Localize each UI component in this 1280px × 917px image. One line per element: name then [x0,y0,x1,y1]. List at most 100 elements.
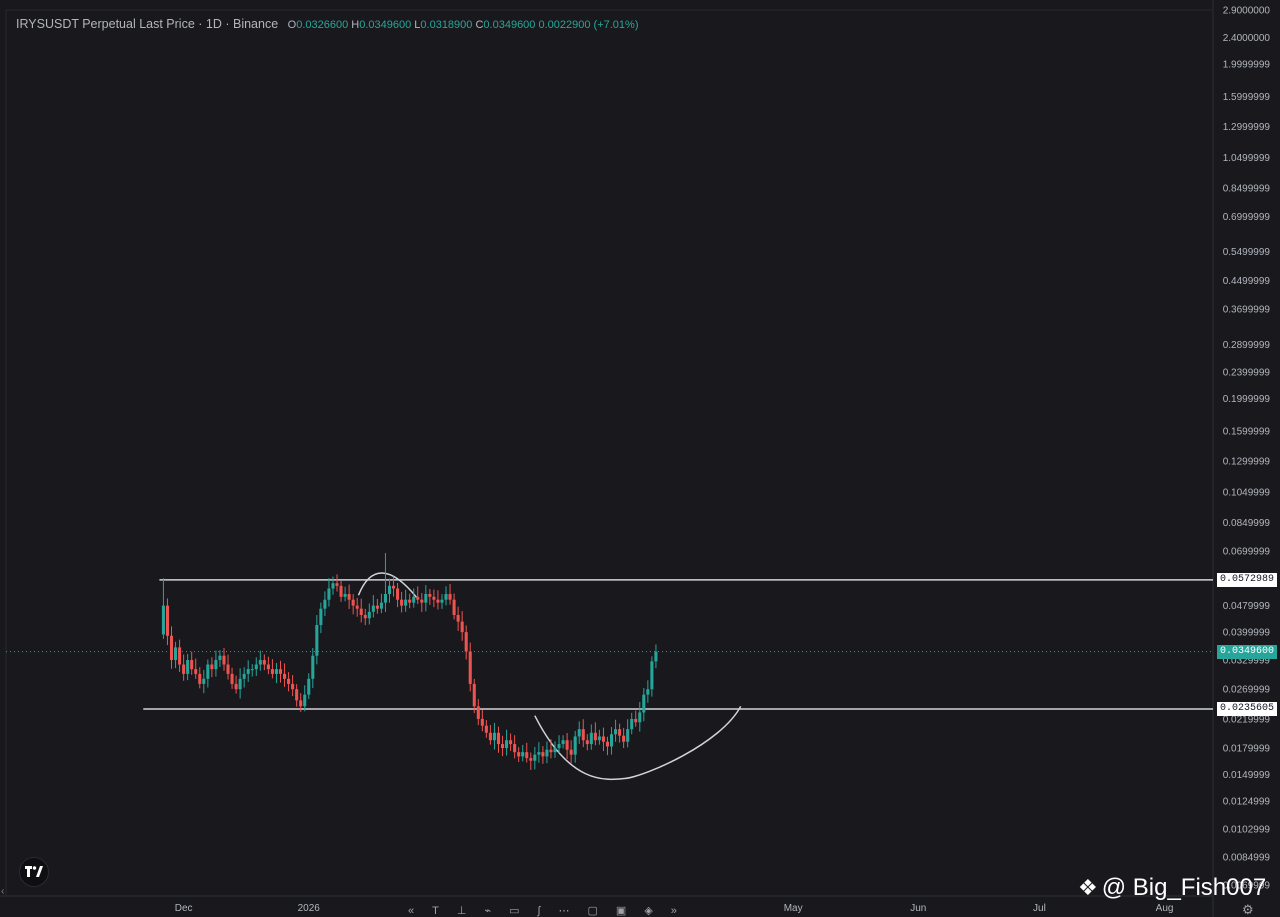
price-chart[interactable]: 2.9000000 2.4000000 1.9999999 1.5999999 1.29… [0,0,1280,917]
candle [428,589,432,605]
candle-body [339,585,343,597]
candle [262,654,266,671]
toolbar-curve-icon[interactable]: ∫ [537,906,540,917]
toolbar-rect-icon[interactable]: ▢ [588,906,598,917]
pattern-drawings [357,572,742,781]
candle-body [585,740,589,745]
candle [505,729,509,756]
change-value: 0.0022900 (+7.01%) [538,19,639,31]
candlestick-series [161,552,658,771]
candle-body [650,661,654,690]
candle [291,675,295,697]
y-tick-label: 0.0102999 [1223,825,1271,836]
candle-body [480,718,484,726]
candle-body [295,689,299,701]
candle-body [505,740,509,749]
candle-body [174,647,178,661]
candle [448,584,452,605]
toolbar-text-icon[interactable]: T [432,906,439,917]
x-tick-label: Dec [175,903,193,914]
candle-body [169,635,174,661]
candle-body [541,752,545,757]
candle-body [238,678,242,690]
candle-body [517,752,521,757]
candle [525,742,529,763]
candle-body [359,608,363,616]
candle-body [521,752,525,757]
candle [614,719,618,742]
candle [537,742,541,763]
candle-body [614,729,618,735]
candle [634,710,638,727]
y-tick-label: 2.4000000 [1223,33,1271,44]
candle [396,582,400,608]
candle [541,746,545,764]
candle-body [549,749,553,753]
symbol-title[interactable]: IRYSUSDT Perpetual Last Price · 1D · Bin… [16,17,278,31]
y-tick-label: 0.0269999 [1223,685,1271,696]
candle-body [529,758,533,761]
candle [601,727,605,752]
candle [206,659,210,688]
symbol-legend[interactable]: IRYSUSDT Perpetual Last Price · 1D · Bin… [16,17,638,31]
toolbar-collapse-icon[interactable]: « [408,906,414,917]
candle-body [270,669,274,674]
tradingview-logo-icon[interactable] [19,857,49,887]
scroll-left-icon[interactable]: ‹ [1,886,4,897]
upper-level-tag[interactable]: 0.0572989 [1217,572,1278,587]
candle [424,585,428,612]
high-value: 0.0349600 [359,19,412,31]
toolbar-eye-icon[interactable]: ◈ [644,906,652,917]
candle [460,611,464,641]
ohlc-values: O0.0326600 H0.0349600 L0.0318900 C0.0349… [288,19,639,31]
candle [327,578,331,607]
candle-body [387,585,392,595]
y-tick-label: 0.6999999 [1223,212,1271,223]
toolbar-more-icon[interactable]: » [671,906,677,917]
candle [609,727,614,755]
candle-body [472,683,476,707]
lower-level-tag[interactable]: 0.0235605 [1217,701,1278,716]
candle-body [646,689,650,695]
candle [250,664,254,677]
candle [234,675,238,694]
y-tick-label: 0.0084999 [1223,853,1271,864]
candle [545,741,549,764]
candle [182,654,186,681]
candle-body [593,732,597,741]
candle [283,663,287,687]
candle-body [396,588,400,600]
y-tick-label: 0.1999999 [1223,394,1271,405]
candle-body [331,583,335,589]
candle-body [545,749,549,757]
candle [339,580,343,602]
toolbar-shape-icon[interactable]: ▭ [509,906,519,917]
candle-body [577,729,581,737]
candle-body [432,596,436,600]
drawing-toolbar: « T ⊥ ⌁ ▭ ∫ ⋯ ▢ ▣ ◈ » [408,906,728,917]
candle [492,722,496,750]
candle-body [460,621,464,633]
toolbar-pin-icon[interactable]: ⊥ [457,906,467,917]
price-axis[interactable]: 2.9000000 2.4000000 1.9999999 1.5999999 1.29… [1223,6,1271,892]
low-value: 0.0318900 [420,19,473,31]
settings-gear-icon[interactable]: ⚙ [1242,902,1254,917]
y-tick-label: 0.0179999 [1223,744,1271,755]
candle-body [315,625,319,656]
candle [218,650,222,667]
toolbar-note-icon[interactable]: ▣ [616,906,626,917]
candle [581,719,585,748]
candle [585,734,589,751]
toolbar-measure-icon[interactable]: ⋯ [559,906,570,917]
candle-body [412,596,416,603]
y-tick-label: 0.1049999 [1223,487,1271,498]
candle [347,584,351,609]
candle [408,593,412,609]
toolbar-brush-icon[interactable]: ⌁ [484,906,491,917]
candle-body [569,749,573,755]
candle-body [210,664,214,670]
candle-body [218,655,222,661]
candle [190,651,194,675]
candle-body [533,754,537,761]
candle-body [630,718,634,730]
